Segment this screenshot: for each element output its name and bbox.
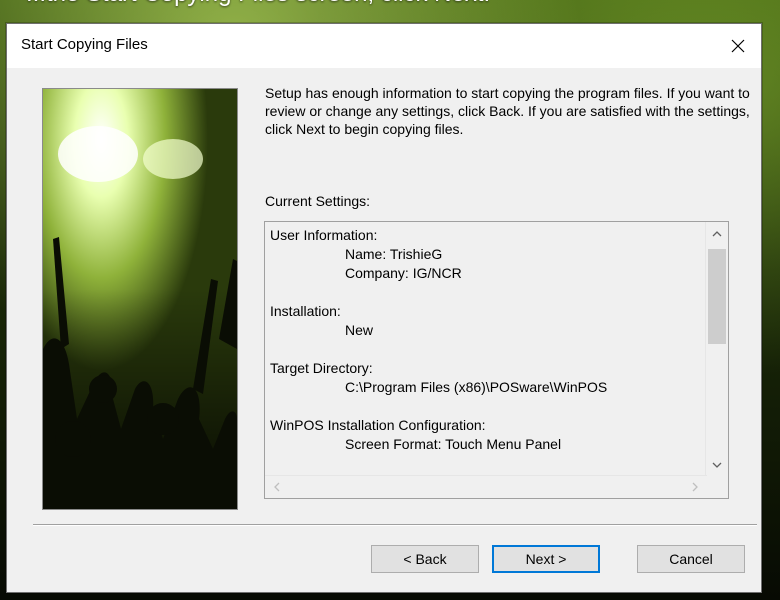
chevron-right-icon — [692, 482, 698, 492]
settings-line: Target Directory: — [270, 360, 373, 376]
vertical-scrollbar[interactable] — [705, 222, 728, 477]
settings-line: User Information: — [270, 227, 378, 243]
settings-line: Screen Format: Touch Menu Panel — [345, 436, 562, 452]
scroll-left-arrow[interactable] — [267, 476, 287, 498]
settings-spacer — [270, 397, 700, 416]
chevron-down-icon — [712, 462, 722, 468]
settings-line: New — [345, 322, 374, 338]
settings-line: WinPOS Installation Configuration: — [270, 417, 486, 433]
horizontal-scrollbar[interactable] — [265, 475, 707, 498]
back-button[interactable]: < Back — [371, 545, 479, 573]
next-button[interactable]: Next > — [492, 545, 600, 573]
settings-line: C:\Program Files (x86)\POSware\WinPOS — [345, 379, 608, 395]
start-copying-files-dialog: Start Copying Files Setup has enough inf… — [6, 23, 762, 593]
close-button[interactable] — [715, 24, 761, 68]
scrollbar-corner — [706, 476, 728, 498]
settings-line: Name: TrishieG — [345, 246, 443, 262]
current-settings-listbox[interactable]: User Information: Name: TrishieG Company: … — [264, 221, 729, 499]
current-settings-label: Current Settings: — [265, 193, 371, 209]
cancel-button[interactable]: Cancel — [637, 545, 745, 573]
settings-spacer — [270, 340, 700, 359]
chevron-left-icon — [274, 482, 280, 492]
scroll-up-arrow[interactable] — [706, 224, 728, 244]
settings-spacer — [270, 283, 700, 302]
title-bar[interactable]: Start Copying Files — [7, 24, 761, 68]
backdrop-caption: ...the Start Copying Files screen, click… — [26, 0, 490, 8]
scroll-down-arrow[interactable] — [706, 455, 728, 475]
setup-banner-image — [42, 88, 238, 510]
settings-line: Installation: — [270, 303, 341, 319]
window-title: Start Copying Files — [21, 36, 148, 53]
close-icon — [731, 39, 745, 53]
intro-text: Setup has enough information to start co… — [265, 85, 750, 137]
scroll-right-arrow[interactable] — [685, 476, 705, 498]
settings-line: Company: IG/NCR — [345, 265, 462, 281]
chevron-up-icon — [712, 231, 722, 237]
button-divider — [33, 524, 757, 526]
settings-content: User Information: Name: TrishieG Company: … — [270, 226, 700, 476]
vertical-scroll-thumb[interactable] — [708, 249, 726, 344]
